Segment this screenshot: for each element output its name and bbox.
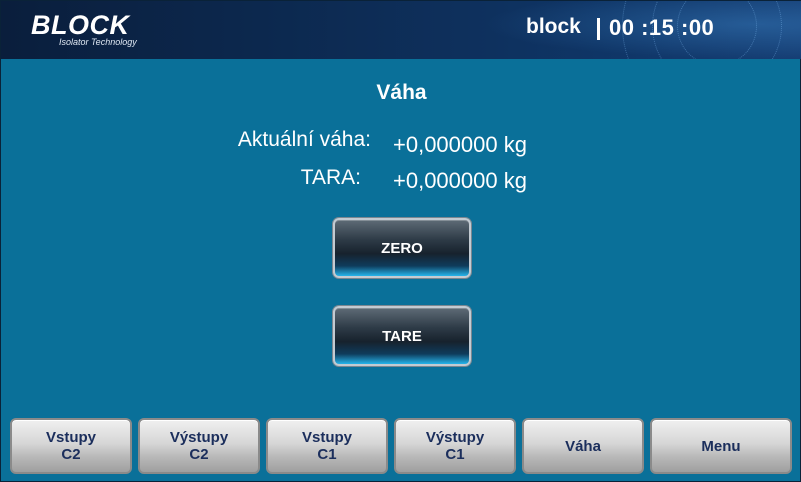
tare-button[interactable]: TARE bbox=[333, 306, 471, 366]
actual-weight-value: +0,000000 kg bbox=[393, 132, 527, 157]
logo-wordmark: BLOCK bbox=[31, 10, 130, 40]
nav-weight[interactable]: Váha bbox=[522, 418, 644, 474]
logo-subtitle: Isolator Technology bbox=[59, 37, 137, 47]
user-name: block bbox=[526, 15, 581, 38]
hmi-screen: BLOCK Isolator Technology block 00 :15 :… bbox=[0, 0, 801, 482]
nav-outputs-c2[interactable]: Výstupy C2 bbox=[138, 418, 260, 474]
header-bar: BLOCK Isolator Technology block 00 :15 :… bbox=[1, 1, 801, 59]
block-logo: BLOCK Isolator Technology bbox=[31, 11, 161, 51]
nav-menu[interactable]: Menu bbox=[650, 418, 792, 474]
header-separator bbox=[597, 18, 600, 40]
page-title: Váha bbox=[376, 81, 427, 104]
nav-inputs-c2[interactable]: Vstupy C2 bbox=[10, 418, 132, 474]
session-timer: 00 :15 :00 bbox=[609, 15, 715, 40]
actual-weight-label: Aktuální váha: bbox=[237, 128, 371, 151]
tare-value: +0,000000 kg bbox=[393, 168, 527, 193]
zero-button[interactable]: ZERO bbox=[333, 218, 471, 278]
tare-label: TARA: bbox=[300, 166, 361, 189]
nav-outputs-c1[interactable]: Výstupy C1 bbox=[394, 418, 516, 474]
nav-inputs-c1[interactable]: Vstupy C1 bbox=[266, 418, 388, 474]
